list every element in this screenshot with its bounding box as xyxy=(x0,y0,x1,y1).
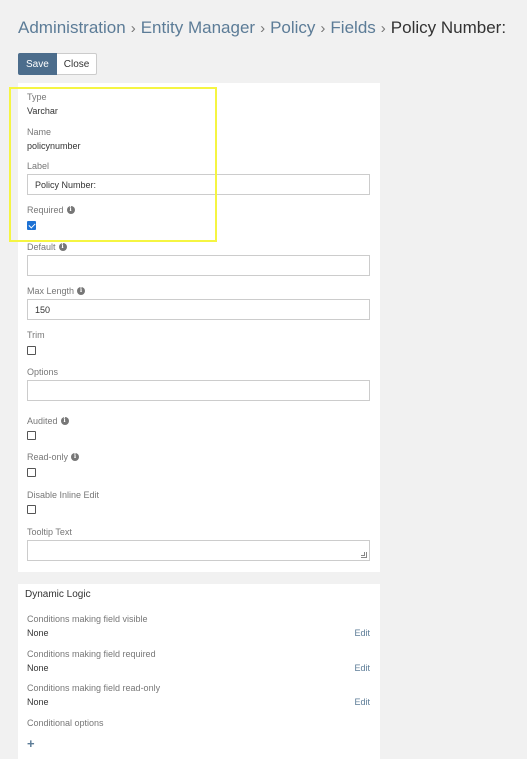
close-button[interactable]: Close xyxy=(56,53,98,75)
visible-conditions-value: None xyxy=(27,628,49,638)
breadcrumb: Administration › Entity Manager › Policy › Fie… xyxy=(18,18,506,38)
readonly-checkbox[interactable] xyxy=(27,468,36,477)
breadcrumb-separator: › xyxy=(320,20,326,37)
default-label-text: Default xyxy=(27,242,56,252)
audited-checkbox[interactable] xyxy=(27,431,36,440)
default-label: Default i xyxy=(27,242,67,252)
visible-conditions-label: Conditions making field visible xyxy=(27,614,148,624)
add-conditional-option-icon[interactable]: + xyxy=(27,736,35,751)
max-length-label: Max Length i xyxy=(27,286,86,296)
max-length-label-text: Max Length xyxy=(27,286,75,296)
tooltip-text-label: Tooltip Text xyxy=(27,527,72,537)
breadcrumb-separator: › xyxy=(130,20,136,37)
default-input[interactable] xyxy=(27,255,370,276)
edit-visible-conditions-link[interactable]: Edit xyxy=(354,628,370,638)
dynamic-logic-title: Dynamic Logic xyxy=(25,589,91,600)
disable-inline-edit-label: Disable Inline Edit xyxy=(27,490,100,500)
breadcrumb-separator: › xyxy=(260,20,266,37)
breadcrumb-administration[interactable]: Administration xyxy=(18,18,126,37)
tooltip-text-textarea[interactable] xyxy=(27,540,370,561)
options-input[interactable] xyxy=(27,380,370,401)
audited-label: Audited i xyxy=(27,416,69,426)
readonly-label-text: Read-only xyxy=(27,452,69,462)
highlight-box xyxy=(9,87,217,242)
readonly-label: Read-only i xyxy=(27,452,80,462)
edit-readonly-conditions-link[interactable]: Edit xyxy=(354,697,370,707)
info-icon[interactable]: i xyxy=(71,453,80,461)
max-length-input[interactable]: 150 xyxy=(27,299,370,320)
breadcrumb-separator: › xyxy=(380,20,386,37)
breadcrumb-current: Policy Number: xyxy=(390,18,507,37)
resize-handle-icon[interactable] xyxy=(361,552,367,558)
trim-checkbox[interactable] xyxy=(27,346,36,355)
save-button[interactable]: Save xyxy=(18,53,57,75)
info-icon[interactable]: i xyxy=(60,417,69,425)
action-buttons: Save Close xyxy=(18,53,98,75)
required-conditions-value: None xyxy=(27,663,49,673)
edit-required-conditions-link[interactable]: Edit xyxy=(354,663,370,673)
conditional-options-label: Conditional options xyxy=(27,718,104,728)
trim-label: Trim xyxy=(27,330,45,340)
readonly-conditions-value: None xyxy=(27,697,49,707)
breadcrumb-entity-manager[interactable]: Entity Manager xyxy=(141,18,255,37)
breadcrumb-policy[interactable]: Policy xyxy=(270,18,315,37)
audited-label-text: Audited xyxy=(27,416,58,426)
dynamic-logic-panel: Dynamic Logic Conditions making field vi… xyxy=(18,584,380,759)
options-label: Options xyxy=(27,367,59,377)
info-icon[interactable]: i xyxy=(77,287,86,295)
breadcrumb-fields[interactable]: Fields xyxy=(330,18,375,37)
required-conditions-label: Conditions making field required xyxy=(27,649,156,659)
readonly-conditions-label: Conditions making field read-only xyxy=(27,683,161,693)
info-icon[interactable]: i xyxy=(58,243,67,251)
disable-inline-edit-checkbox[interactable] xyxy=(27,505,36,514)
